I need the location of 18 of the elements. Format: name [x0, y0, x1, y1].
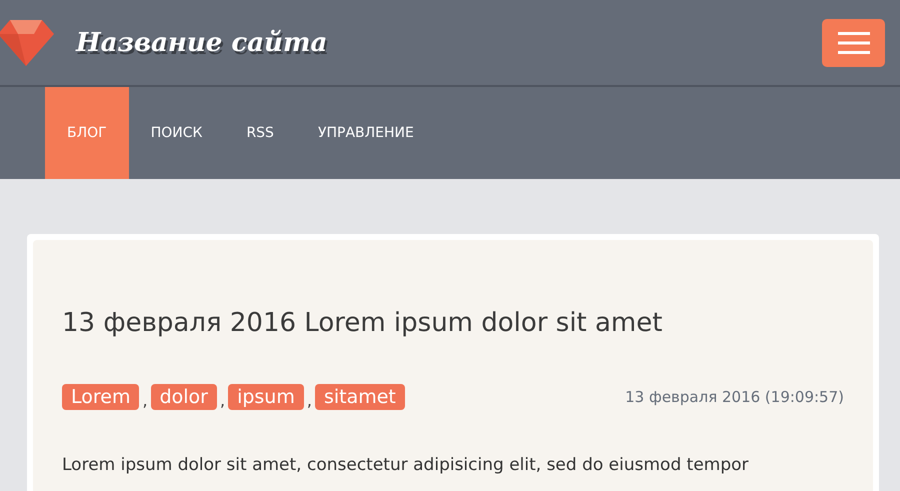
tag-separator: , — [142, 391, 148, 410]
menu-button[interactable] — [822, 18, 885, 66]
tag-link[interactable]: Lorem — [62, 384, 140, 410]
gem-icon — [0, 20, 54, 66]
menu-icon — [838, 32, 870, 54]
post-date: 13 февраля 2016 (19:09:57) — [625, 388, 844, 406]
tag-separator: , — [306, 391, 312, 410]
nav-tab[interactable]: RSS — [224, 87, 296, 179]
tag-link[interactable]: dolor — [150, 384, 217, 410]
nav-tab[interactable]: ПОИСК — [128, 87, 224, 179]
post-text: Lorem ipsum dolor sit amet, consectetur adipisicing elit, sed do eiusmod tempor — [62, 455, 750, 475]
site-title[interactable]: Название сайта — [76, 28, 328, 58]
post-title: 13 февраля 2016 Lorem ipsum dolor sit amet — [62, 308, 664, 338]
nav-tab[interactable]: БЛОГ — [45, 87, 129, 179]
nav-tab[interactable]: УПРАВЛЕНИЕ — [296, 87, 436, 179]
tag-link[interactable]: sitamet — [314, 384, 405, 410]
tag-separator: , — [220, 391, 226, 410]
tag-link[interactable]: ipsum — [228, 384, 304, 410]
